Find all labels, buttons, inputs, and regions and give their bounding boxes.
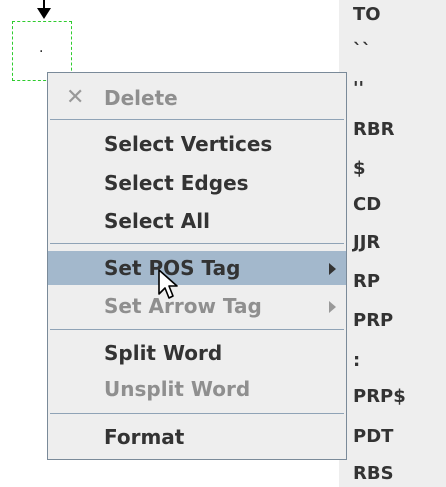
tag-item[interactable]: `` [353,40,371,61]
menu-item-delete[interactable]: ✕ Delete [48,81,346,115]
tag-item[interactable]: : [353,350,360,371]
menu-item-label: Format [104,425,185,449]
edge-arrow-icon [37,8,51,19]
menu-item-select-vertices[interactable]: Select Vertices [48,127,346,161]
menu-item-label: Set Arrow Tag [104,294,262,318]
menu-separator [50,329,344,330]
vertex-label: . [39,40,44,56]
menu-item-format[interactable]: Format [48,420,346,454]
menu-item-label: Select Edges [104,171,249,195]
menu-item-set-arrow-tag[interactable]: Set Arrow Tag [48,289,346,323]
menu-separator [50,119,344,120]
context-menu: ✕ Delete Select Vertices Select Edges Se… [47,72,347,460]
tag-item[interactable]: PDT [353,426,393,447]
menu-separator [50,413,344,414]
menu-item-split-word[interactable]: Split Word [48,336,346,370]
close-x-icon: ✕ [66,85,85,110]
tag-item[interactable]: JJR [353,232,380,253]
pos-tag-list: TO `` '' RBR $ CD JJR RP PRP : PRP$ PDT … [339,0,446,487]
chevron-right-icon [329,263,336,275]
tag-item[interactable]: TO [353,4,381,25]
tag-item[interactable]: '' [353,78,364,99]
menu-item-label: Split Word [104,341,223,365]
menu-item-select-all[interactable]: Select All [48,204,346,238]
menu-item-label: Select Vertices [104,132,273,156]
menu-item-select-edges[interactable]: Select Edges [48,166,346,200]
tag-item[interactable]: PRP [353,310,393,331]
menu-item-label: Select All [104,209,210,233]
menu-item-unsplit-word[interactable]: Unsplit Word [48,372,346,406]
menu-item-label: Unsplit Word [104,377,251,401]
tag-item[interactable]: RP [353,271,380,292]
menu-item-label: Delete [104,86,178,110]
tag-item[interactable]: RBR [353,119,394,140]
menu-item-set-pos-tag[interactable]: Set POS Tag [48,251,346,285]
tag-item[interactable]: CD [353,194,381,215]
mouse-pointer-icon [158,269,178,299]
tag-item[interactable]: RBS [353,463,394,484]
tag-item[interactable]: $ [353,158,366,179]
tag-item[interactable]: PRP$ [353,386,406,407]
chevron-right-icon [329,301,336,313]
menu-separator [50,243,344,244]
